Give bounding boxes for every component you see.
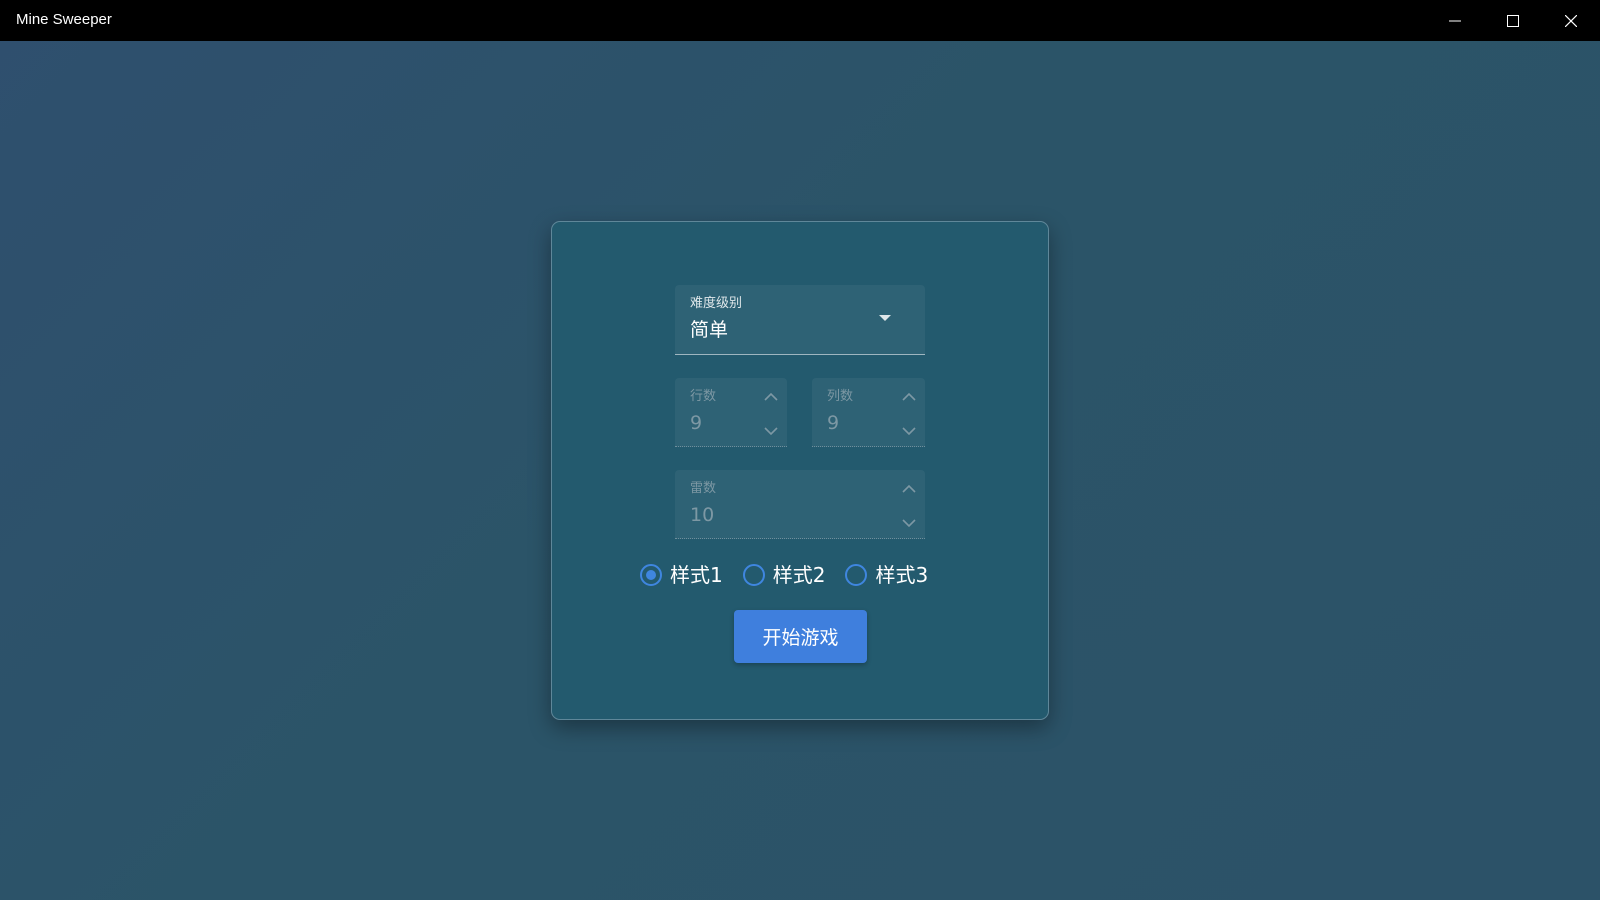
maximize-button[interactable]: [1484, 0, 1542, 41]
mines-value: 10: [690, 504, 715, 526]
radio-unchecked-icon[interactable]: [742, 564, 765, 586]
start-game-button[interactable]: 开始游戏: [734, 610, 867, 663]
radio-checked-icon[interactable]: [640, 564, 662, 586]
style-radio-label: 样式2: [772, 563, 826, 587]
radio-unchecked-icon[interactable]: [845, 564, 868, 586]
mines-input[interactable]: 雷数 10: [675, 470, 925, 539]
mines-increment-chevron-up-icon[interactable]: [899, 478, 919, 498]
cols-increment-chevron-up-icon[interactable]: [899, 386, 919, 406]
window-title: Mine Sweeper: [16, 11, 112, 28]
title-bar[interactable]: Mine Sweeper: [0, 0, 1600, 41]
rows-label: 行数: [690, 389, 717, 404]
rows-value: 9: [690, 412, 703, 434]
difficulty-value: 简单: [690, 319, 729, 341]
rows-input[interactable]: 行数 9: [675, 378, 787, 447]
style-radio-1[interactable]: 样式1: [640, 563, 723, 587]
style-radio-group: 样式1 样式2 样式3: [640, 560, 948, 590]
close-button[interactable]: [1542, 0, 1600, 41]
difficulty-label: 难度级别: [690, 296, 743, 311]
style-radio-label: 样式1: [670, 563, 723, 587]
mines-decrement-chevron-down-icon[interactable]: [899, 513, 919, 533]
app-window: Mine Sweeper 难度级别 简单 行数 9 列数 9 雷数 10 样式1…: [0, 0, 1600, 900]
mines-label: 雷数: [690, 481, 717, 496]
cols-decrement-chevron-down-icon[interactable]: [899, 421, 919, 441]
rows-increment-chevron-up-icon[interactable]: [761, 386, 781, 406]
dropdown-caret-icon[interactable]: [879, 315, 891, 321]
minimize-icon: [1449, 20, 1461, 21]
style-radio-3[interactable]: 样式3: [845, 563, 928, 587]
minimize-button[interactable]: [1426, 0, 1484, 41]
rows-decrement-chevron-down-icon[interactable]: [761, 421, 781, 441]
style-radio-label: 样式3: [875, 563, 929, 587]
style-radio-2[interactable]: 样式2: [742, 563, 826, 587]
close-icon: [1565, 14, 1577, 27]
cols-label: 列数: [827, 389, 854, 404]
cols-input[interactable]: 列数 9: [812, 378, 925, 447]
cols-value: 9: [827, 412, 840, 434]
maximize-icon: [1507, 14, 1519, 27]
difficulty-select[interactable]: 难度级别 简单: [675, 285, 925, 355]
